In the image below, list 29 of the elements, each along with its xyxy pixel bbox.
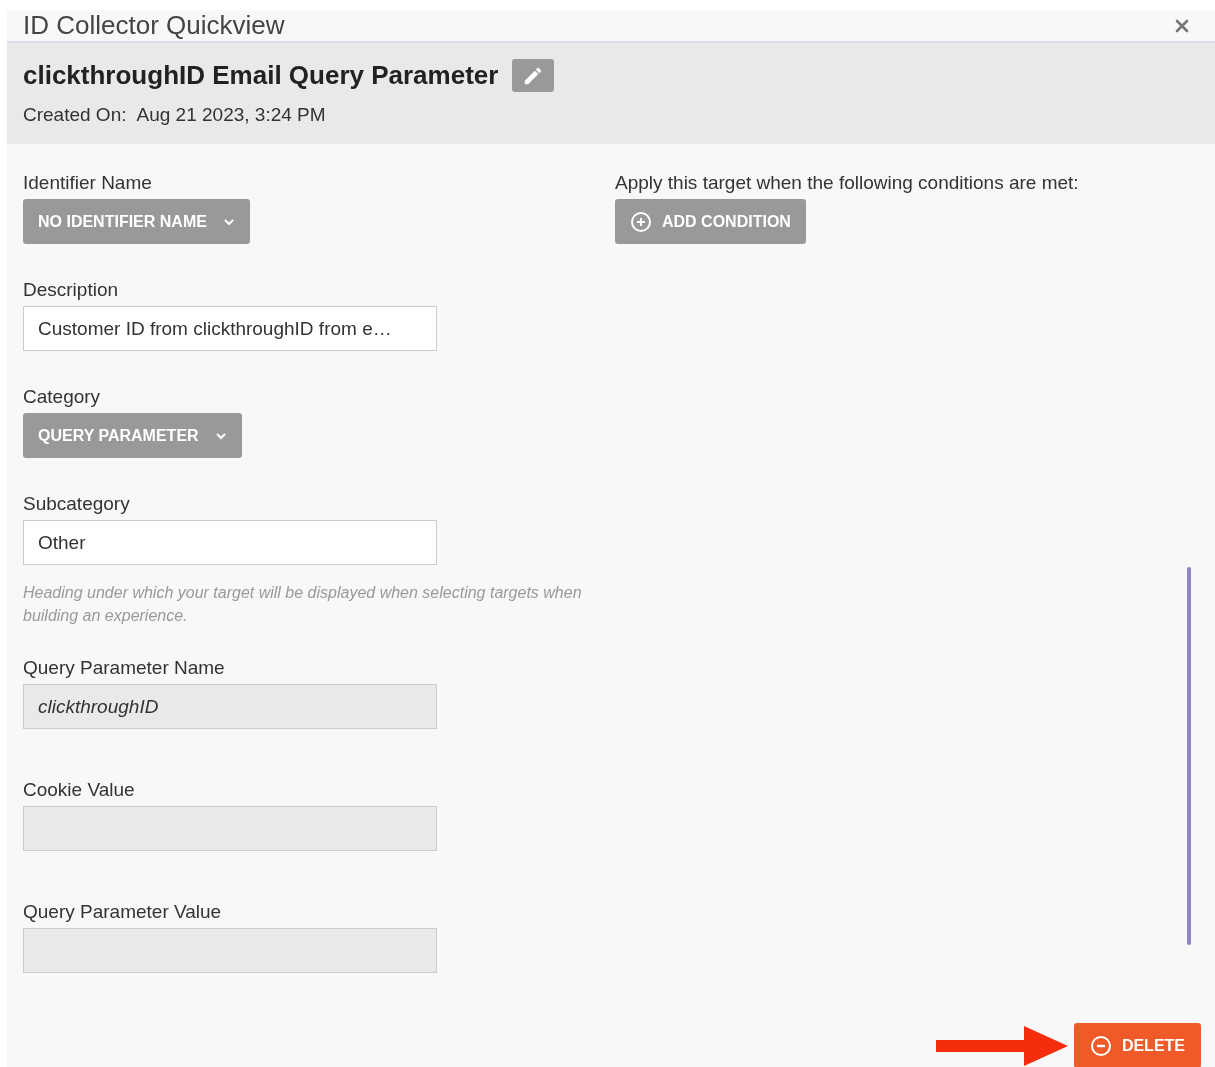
dropdown-button[interactable]: NO IDENTIFIER NAME (23, 199, 250, 244)
delete-button[interactable]: DELETE (1073, 1023, 1201, 1067)
field-label: Cookie Value (23, 779, 136, 801)
chevron-down-icon (222, 217, 235, 226)
edit-button[interactable] (512, 59, 555, 92)
help-text: Heading under which your target will be displayed when selecting targets when building an experience. (23, 583, 583, 626)
conditions-label: Apply this target when the following conditions are met: (615, 172, 1080, 194)
scrollbar[interactable] (1187, 567, 1191, 945)
plus-circle-icon (630, 210, 652, 233)
input-field[interactable] (23, 928, 437, 973)
field-label: Query Parameter Name (23, 657, 226, 679)
created-date: Aug 21 2023, 3:24 PM (136, 104, 326, 126)
window-title: ID Collector Quickview (23, 10, 285, 41)
field-label: Subcategory (23, 493, 131, 515)
chevron-down-icon (214, 431, 227, 440)
input-field[interactable]: Customer ID from clickthroughID from e… (23, 306, 437, 351)
field-label: Identifier Name (23, 172, 153, 194)
field-label: Query Parameter Value (23, 901, 223, 923)
close-icon (1175, 18, 1189, 33)
input-field[interactable]: clickthroughID (23, 684, 437, 729)
dropdown-button[interactable]: QUERY PARAMETER (23, 413, 242, 458)
field-label: Category (23, 386, 102, 408)
input-field[interactable] (23, 806, 437, 851)
minus-circle-icon (1089, 1034, 1112, 1057)
record-title: clickthroughID Email Query Parameter (23, 60, 499, 91)
add-condition-button[interactable]: ADD CONDITION (615, 199, 806, 244)
created-label: Created On: (23, 104, 127, 126)
field-label: Description (23, 279, 120, 301)
input-field[interactable]: Other (23, 520, 437, 565)
